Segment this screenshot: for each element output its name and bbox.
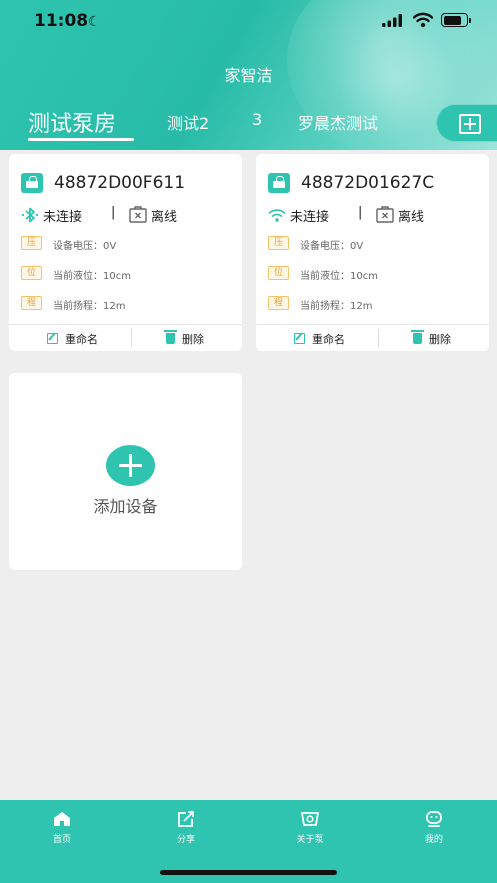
status-time: 11:08	[34, 11, 89, 31]
stat-label: 当前液位：10cm	[300, 271, 378, 282]
stat-head: 程 当前扬程：12m	[21, 296, 236, 312]
divider	[131, 329, 132, 347]
add-device-card[interactable]: 添加设备	[9, 373, 242, 570]
nav-about-pump[interactable]: 关于泵	[270, 810, 350, 850]
nav-label: 分享	[176, 835, 195, 845]
tab-bar: 测试泵房 测试2 3 罗晨杰测试	[0, 100, 430, 148]
offline-icon	[376, 206, 394, 223]
app-title: 家智洁	[224, 66, 273, 85]
active-tab-indicator	[28, 138, 134, 141]
stat-voltage: 压 设备电压：0V	[21, 236, 236, 252]
stat-badge: 程	[21, 296, 42, 310]
profile-icon	[426, 811, 442, 827]
delete-label: 删除	[429, 333, 451, 346]
home-indicator	[160, 870, 337, 875]
tab-pump-room[interactable]: 测试泵房	[28, 106, 116, 138]
card-actions: 重命名 删除	[9, 324, 242, 351]
stat-label: 当前扬程：12m	[53, 301, 126, 312]
trash-icon	[164, 330, 177, 344]
signal-icon	[382, 14, 402, 27]
connection-status: 未连接	[290, 210, 330, 225]
status-separator: |	[111, 205, 116, 220]
battery-icon	[441, 13, 471, 27]
status-separator: |	[358, 205, 363, 220]
stat-label: 设备电压：0V	[53, 241, 117, 252]
connection-row: 未连接 | 离线	[268, 205, 483, 225]
nav-label: 关于泵	[296, 835, 324, 845]
nav-profile[interactable]: 我的	[394, 810, 474, 850]
tab-3[interactable]: 3	[252, 110, 262, 129]
nav-label: 首页	[52, 835, 71, 845]
add-tab-button[interactable]	[436, 104, 497, 142]
stat-head: 程 当前扬程：12m	[268, 296, 483, 312]
nav-home[interactable]: 首页	[22, 810, 102, 850]
device-name: 48872D00F611	[54, 173, 186, 193]
stat-label: 当前液位：10cm	[53, 271, 131, 282]
edit-icon	[294, 333, 305, 344]
share-icon	[178, 811, 194, 827]
nav-share[interactable]: 分享	[146, 810, 226, 850]
tab-luo-test[interactable]: 罗晨杰测试	[298, 110, 378, 134]
rename-label: 重命名	[65, 333, 98, 346]
tab-test2[interactable]: 测试2	[167, 110, 209, 134]
online-status: 离线	[398, 210, 425, 225]
stat-level: 位 当前液位：10cm	[268, 266, 483, 282]
device-card[interactable]: 48872D00F611 未连接 | 离线 压 设备电压：0V 位 当前液位：1…	[9, 154, 242, 351]
offline-icon	[129, 206, 147, 223]
device-icon	[21, 173, 43, 193]
device-card[interactable]: 48872D01627C 未连接 | 离线 压 设备电压：0V 位 当前液位：1…	[256, 154, 489, 351]
stat-badge: 位	[268, 266, 289, 280]
card-actions: 重命名 删除	[256, 324, 489, 351]
stat-voltage: 压 设备电压：0V	[268, 236, 483, 252]
pump-icon	[301, 812, 319, 826]
stat-badge: 程	[268, 296, 289, 310]
device-name: 48872D01627C	[301, 173, 435, 193]
delete-label: 删除	[182, 333, 204, 346]
add-circle-icon[interactable]	[106, 445, 155, 486]
stat-label: 设备电压：0V	[300, 241, 364, 252]
status-bar: 11:08 ☾	[0, 0, 497, 44]
wifi-icon	[268, 209, 286, 222]
add-device-label: 添加设备	[93, 497, 158, 516]
bottom-nav: 首页 分享 关于泵 我的	[0, 800, 497, 883]
bluetooth-icon	[22, 207, 38, 223]
stat-badge: 压	[21, 236, 42, 250]
stat-badge: 位	[21, 266, 42, 280]
device-icon	[268, 173, 290, 193]
divider	[378, 329, 379, 347]
moon-icon: ☾	[88, 14, 101, 30]
connection-status: 未连接	[43, 210, 83, 225]
stat-label: 当前扬程：12m	[300, 301, 373, 312]
stat-level: 位 当前液位：10cm	[21, 266, 236, 282]
wifi-status-icon	[413, 12, 433, 28]
connection-row: 未连接 | 离线	[21, 205, 236, 225]
stat-badge: 压	[268, 236, 289, 250]
plus-square-icon	[459, 114, 481, 134]
edit-icon	[47, 333, 58, 344]
header: 11:08 ☾ 家智洁 测试泵房 测试2 3 罗晨杰测试	[0, 0, 497, 150]
trash-icon	[411, 330, 424, 344]
online-status: 离线	[151, 210, 178, 225]
rename-label: 重命名	[312, 333, 345, 346]
home-icon	[54, 812, 70, 826]
nav-label: 我的	[424, 835, 443, 845]
